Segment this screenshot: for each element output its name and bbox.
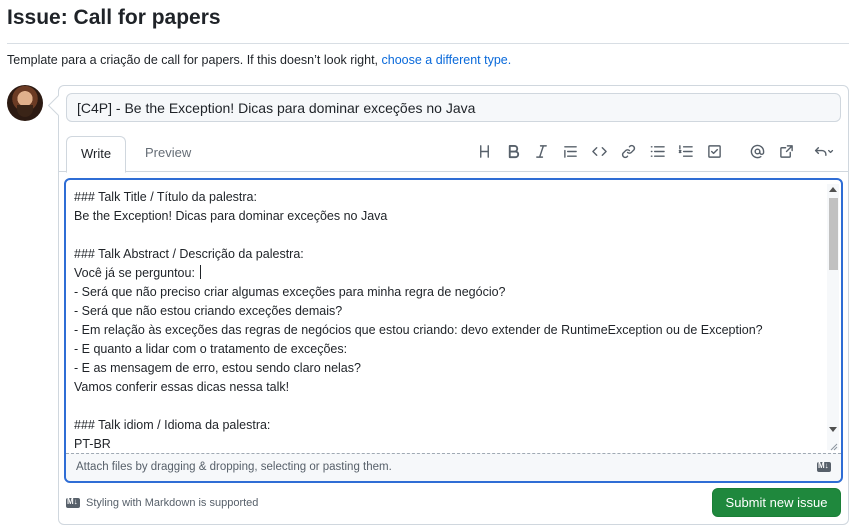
italic-icon[interactable] [530, 140, 552, 162]
editor-line: Be the Exception! Dicas para dominar exc… [74, 209, 388, 223]
task-list-icon[interactable] [703, 140, 725, 162]
editor-line: - E as mensagem de erro, estou sendo cla… [74, 361, 361, 375]
issue-title-input[interactable] [66, 93, 841, 122]
editor-line: ### Talk Title / Título da palestra: [74, 190, 257, 204]
editor-line: PT-BR [74, 437, 111, 450]
text-caret [200, 265, 202, 279]
avatar[interactable] [7, 85, 43, 121]
template-note-text: Template para a criação de call for pape… [7, 53, 382, 67]
undo-dropdown-icon[interactable] [808, 140, 840, 162]
issue-body-textarea[interactable]: ### Talk Title / Título da palestra: Be t… [74, 188, 824, 450]
markdown-note-label: Styling with Markdown is supported [86, 497, 259, 509]
quote-icon[interactable] [559, 140, 581, 162]
editor-line: - E quanto a lidar com o tratamento de e… [74, 342, 348, 356]
mention-icon[interactable] [746, 140, 768, 162]
editor-scrollbar[interactable] [827, 184, 839, 450]
bold-icon[interactable] [502, 140, 524, 162]
markdown-support-note[interactable]: Styling with Markdown is supported [66, 497, 258, 509]
issue-body-editor[interactable]: ### Talk Title / Título da palestra: Be t… [64, 178, 843, 483]
code-icon[interactable] [588, 140, 610, 162]
editor-line: - Em relação às exceções das regras de n… [74, 323, 763, 337]
editor-line: ### Talk Abstract / Descrição da palestr… [74, 247, 304, 261]
submit-issue-button[interactable]: Submit new issue [712, 488, 841, 517]
editor-line: Vamos conferir essas dicas nessa talk! [74, 380, 290, 394]
scrollbar-thumb[interactable] [829, 198, 838, 270]
link-icon[interactable] [617, 140, 639, 162]
title-divider [7, 43, 849, 44]
page-title: Issue: Call for papers [7, 6, 221, 29]
tab-write[interactable]: Write [66, 136, 127, 173]
numbered-list-icon[interactable] [674, 140, 696, 162]
editor-line: - Será que não preciso criar algumas exc… [74, 285, 506, 299]
markdown-icon [66, 497, 80, 508]
editor-line: - Será que não estou criando exceções de… [74, 304, 343, 318]
template-note: Template para a criação de call for pape… [7, 53, 511, 67]
editor-tabs: Write Preview [59, 136, 848, 173]
markdown-icon [817, 461, 831, 472]
tab-preview[interactable]: Preview [131, 136, 205, 172]
cross-reference-icon[interactable] [775, 140, 797, 162]
heading-icon[interactable] [473, 140, 495, 162]
attach-files-hint: Attach files by dragging & dropping, sel… [76, 461, 392, 473]
editor-line: ### Talk idiom / Idioma da palestra: [74, 418, 271, 432]
bulleted-list-icon[interactable] [646, 140, 668, 162]
choose-type-link[interactable]: choose a different type. [382, 53, 512, 67]
resize-handle-icon[interactable] [828, 441, 838, 451]
attach-files-bar[interactable]: Attach files by dragging & dropping, sel… [66, 453, 841, 481]
editor-line: Você já se perguntou: [74, 264, 824, 283]
